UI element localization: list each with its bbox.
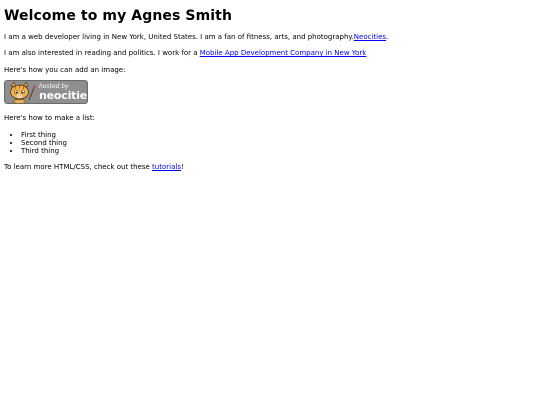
- work-text: I am also interested in reading and poli…: [4, 49, 200, 58]
- footer-paragraph: To learn more HTML/CSS, check out these …: [4, 163, 536, 171]
- neocities-link[interactable]: Neocities: [354, 33, 386, 41]
- badge-brand-text: neocities: [39, 88, 88, 102]
- hosted-by-neocities-badge[interactable]: hosted by neocities: [4, 79, 88, 104]
- footer-text: To learn more HTML/CSS, check out these: [4, 162, 153, 171]
- image-section-label: Here's how you can add an image:: [4, 65, 126, 74]
- list-item: Third thing: [21, 147, 536, 155]
- work-paragraph: I am also interested in reading and poli…: [4, 49, 536, 57]
- example-list: First thing Second thing Third thing: [4, 131, 536, 155]
- intro-suffix: .: [386, 32, 389, 41]
- list-section-label: Here's how to make a list:: [4, 114, 95, 123]
- list-item: First thing: [21, 131, 536, 139]
- neocities-cat-logo-icon: [6, 81, 36, 103]
- list-item: Second thing: [21, 139, 536, 147]
- intro-text: I am a web developer living in New York,…: [4, 32, 354, 41]
- intro-paragraph: I am a web developer living in New York,…: [4, 33, 536, 41]
- footer-suffix: !: [180, 162, 184, 171]
- page: Welcome to my Agnes Smith I am a web dev…: [0, 0, 540, 405]
- page-title: Welcome to my Agnes Smith: [4, 8, 233, 24]
- company-link[interactable]: Mobile App Development Company in New Yo…: [200, 49, 367, 57]
- tutorials-link[interactable]: tutorials: [152, 163, 181, 171]
